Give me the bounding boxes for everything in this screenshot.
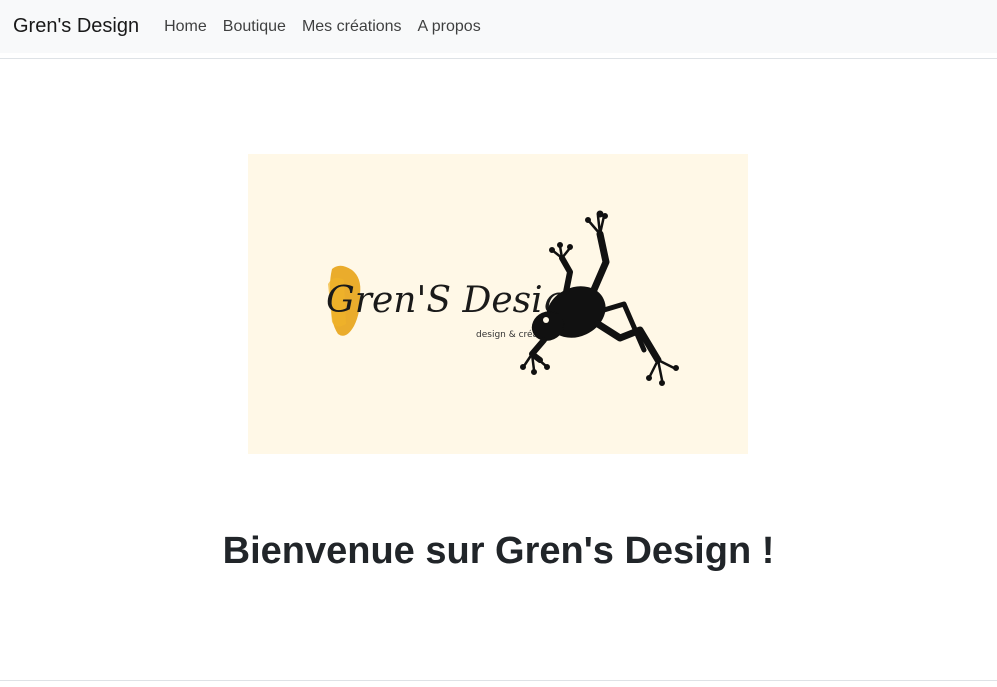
logo-image: Gren'S Design design & création [326, 210, 679, 386]
nav-link-a-propos[interactable]: A propos [410, 18, 489, 36]
navbar: Gren's Design Home Boutique Mes création… [0, 0, 997, 53]
welcome-heading: Bienvenue sur Gren's Design ! [222, 530, 775, 572]
navbar-divider [0, 58, 997, 59]
footer-divider [0, 680, 997, 681]
nav-link-home[interactable]: Home [164, 18, 215, 36]
nav-link-mes-creations[interactable]: Mes créations [294, 18, 410, 36]
nav-link-boutique[interactable]: Boutique [215, 18, 294, 36]
brand-link[interactable]: Gren's Design [13, 15, 139, 38]
nav-links: Home Boutique Mes créations A propos [164, 18, 489, 36]
logo-banner: Gren'S Design design & création [248, 154, 748, 454]
